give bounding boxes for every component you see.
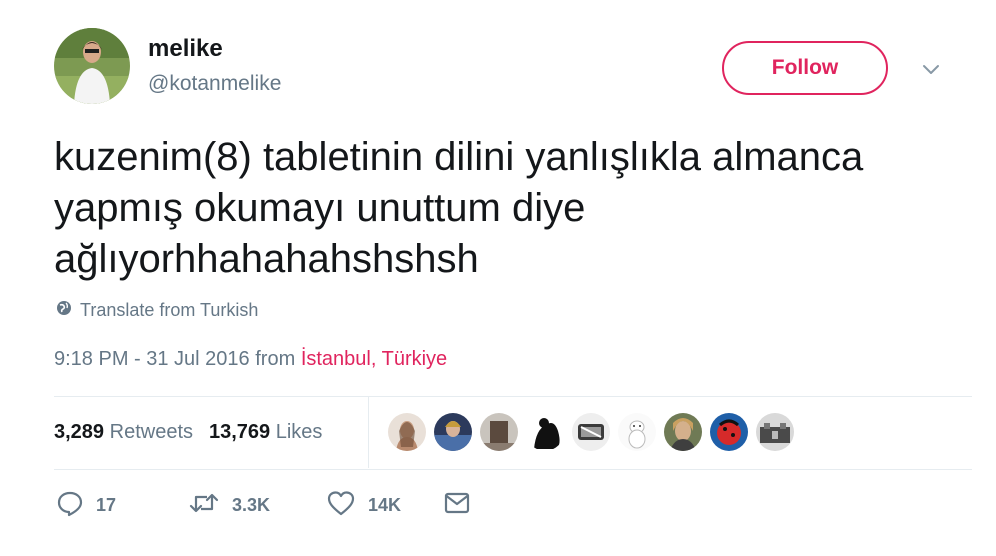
location-link[interactable]: İstanbul, Türkiye xyxy=(301,348,447,370)
tweet-text-line: kuzenim(8) tabletinin dilini yanlışlıkla… xyxy=(54,135,864,179)
direct-message-button[interactable] xyxy=(444,489,470,521)
timestamp[interactable]: 9:18 PM - 31 Jul 2016 xyxy=(54,348,250,370)
tweet-stats: 3,289 Retweets 13,769 Likes xyxy=(54,416,322,448)
like-button[interactable]: 14K xyxy=(326,489,444,521)
liker-avatars xyxy=(388,413,794,451)
retweet-button[interactable]: 3.3K xyxy=(188,489,326,521)
heart-icon xyxy=(326,489,356,522)
likes-count: 13,769 xyxy=(209,421,271,443)
translate-link[interactable]: Translate from Turkish xyxy=(56,298,258,322)
like-count: 14K xyxy=(368,494,402,515)
liker-avatar[interactable] xyxy=(572,413,610,451)
liker-avatar[interactable] xyxy=(756,413,794,451)
reply-button[interactable]: 17 xyxy=(56,489,188,521)
tweet-text-line: yapmış okumayı unuttum diye xyxy=(54,186,586,230)
envelope-icon xyxy=(444,492,470,519)
chevron-down-icon[interactable] xyxy=(918,58,944,82)
liker-avatar[interactable] xyxy=(434,413,472,451)
liker-avatar[interactable] xyxy=(388,413,426,451)
likes-label: Likes xyxy=(275,421,323,443)
globe-icon xyxy=(56,300,72,321)
retweet-count: 3.3K xyxy=(232,494,271,515)
likes-stat[interactable]: 13,769 Likes xyxy=(209,421,322,443)
divider xyxy=(54,396,972,397)
tweet-actions: 17 3.3K 14K xyxy=(56,489,470,521)
tweet-text-line: ağlıyorhhahahahshshsh xyxy=(54,237,479,281)
reply-count: 17 xyxy=(96,494,117,515)
liker-avatar[interactable] xyxy=(664,413,702,451)
from-word: from xyxy=(255,348,296,370)
stats-divider xyxy=(368,396,369,468)
tweet-card: melike @kotanmelike Follow kuzenim(8) ta… xyxy=(0,0,996,556)
avatar[interactable] xyxy=(54,28,130,104)
liker-avatar[interactable] xyxy=(710,413,748,451)
user-handle[interactable]: @kotanmelike xyxy=(148,70,281,98)
liker-avatar[interactable] xyxy=(618,413,656,451)
divider xyxy=(54,469,972,470)
display-name[interactable]: melike xyxy=(148,34,223,64)
translate-label: Translate from Turkish xyxy=(80,299,259,320)
liker-avatar[interactable] xyxy=(526,413,564,451)
tweet-meta: 9:18 PM - 31 Jul 2016 from İstanbul, Tür… xyxy=(54,344,447,374)
follow-button[interactable]: Follow xyxy=(722,41,888,95)
retweets-count: 3,289 xyxy=(54,421,105,443)
retweets-stat[interactable]: 3,289 Retweets xyxy=(54,421,193,443)
retweet-icon xyxy=(188,489,220,522)
retweets-label: Retweets xyxy=(109,421,193,443)
tweet-text: kuzenim(8) tabletinin dilini yanlışlıkla… xyxy=(54,132,954,285)
liker-avatar[interactable] xyxy=(480,413,518,451)
reply-icon xyxy=(56,489,84,522)
